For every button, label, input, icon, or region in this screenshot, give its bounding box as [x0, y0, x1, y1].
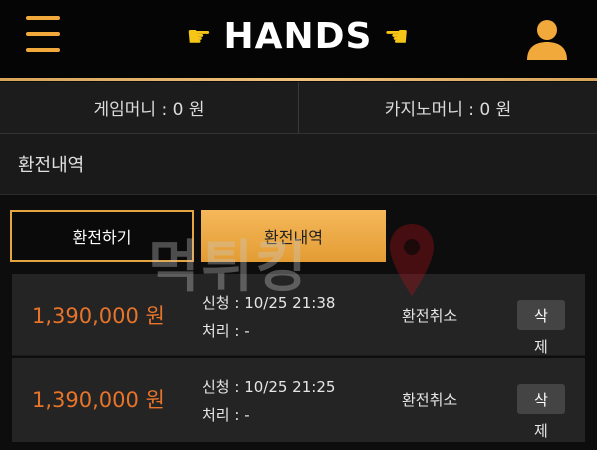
menu-bar	[26, 48, 60, 52]
logo[interactable]: ☛ HANDS ☛	[168, 12, 428, 60]
menu-bar	[26, 16, 60, 20]
amount: 1,390,000 원	[32, 304, 165, 328]
delete-button[interactable]: 삭	[517, 384, 565, 414]
list-item: 1,390,000 원 신청 : 10/25 21:25 처리 : - 환전취소…	[12, 358, 585, 442]
tab-exchange[interactable]: 환전하기	[10, 210, 194, 262]
pointing-hand-left-icon: ☛	[384, 19, 410, 53]
delete-button-label: 제	[534, 338, 548, 356]
hamburger-menu-icon[interactable]	[26, 16, 60, 60]
casino-money-balance: 카지노머니 : 0 원	[384, 100, 512, 120]
balance-bar: 게임머니 : 0 원 카지노머니 : 0 원	[0, 82, 597, 134]
amount: 1,390,000 원	[32, 388, 165, 412]
status-badge: 환전취소	[402, 391, 458, 409]
menu-bar	[26, 32, 60, 36]
page-title: 환전내역	[0, 134, 597, 195]
processed-time: 처리 : -	[202, 406, 250, 424]
header-divider	[0, 78, 597, 81]
delete-button-label: 제	[534, 422, 548, 440]
pointing-hand-right-icon: ☛	[186, 19, 212, 53]
request-time: 신청 : 10/25 21:25	[202, 378, 336, 396]
user-icon[interactable]	[524, 16, 570, 62]
list-item: 1,390,000 원 신청 : 10/25 21:38 처리 : - 환전취소…	[12, 274, 585, 356]
brand-name: HANDS	[223, 15, 373, 57]
status-badge: 환전취소	[402, 307, 458, 325]
tab-exchange-history[interactable]: 환전내역	[201, 210, 386, 262]
request-time: 신청 : 10/25 21:38	[202, 294, 336, 312]
header: ☛ HANDS ☛	[0, 0, 597, 78]
processed-time: 처리 : -	[202, 322, 250, 340]
delete-button[interactable]: 삭	[517, 300, 565, 330]
game-money-balance: 게임머니 : 0 원	[0, 82, 299, 133]
